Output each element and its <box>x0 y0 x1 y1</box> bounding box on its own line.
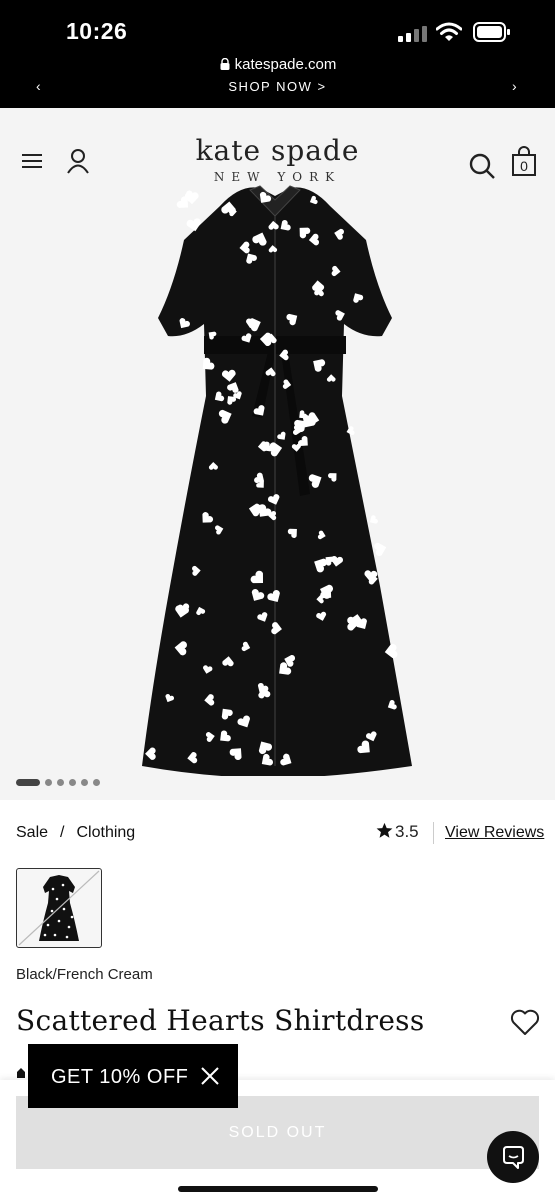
home-indicator <box>178 1186 378 1192</box>
shopping-bag[interactable]: 0 <box>510 146 538 176</box>
breadcrumb-clothing[interactable]: Clothing <box>76 824 135 841</box>
dress-heart-print <box>374 542 387 557</box>
rating-divider <box>433 822 434 844</box>
gallery-dot[interactable] <box>45 779 52 787</box>
chat-bubble-icon <box>503 1146 524 1169</box>
gallery-dot[interactable] <box>93 779 100 787</box>
wifi-icon <box>436 22 462 41</box>
partial-icon <box>17 1068 25 1078</box>
status-bar: 10:26 <box>0 0 555 56</box>
gallery-dot[interactable] <box>16 779 40 787</box>
wishlist-heart-icon[interactable] <box>510 1008 540 1036</box>
breadcrumb-sale[interactable]: Sale <box>16 824 48 841</box>
close-icon[interactable] <box>200 1066 220 1086</box>
selected-color-name: Black/French Cream <box>16 966 153 983</box>
promo-next-arrow[interactable]: › <box>512 78 517 94</box>
product-rating[interactable]: 3.5 <box>376 822 419 842</box>
cellular-signal-icon <box>398 26 427 42</box>
url-text: katespade.com <box>234 56 337 73</box>
swatch-dress-thumbnail <box>18 870 100 946</box>
status-time: 10:26 <box>66 18 128 44</box>
gallery-pagination[interactable] <box>16 774 105 787</box>
dress-heart-print <box>369 515 378 524</box>
offer-label[interactable]: GET 10% OFF <box>51 1066 188 1089</box>
gallery-dot[interactable] <box>69 779 76 787</box>
color-swatch-black-french-cream[interactable] <box>16 868 102 948</box>
browser-url-bar[interactable]: katespade.com ‹ SHOP NOW > › <box>0 56 555 108</box>
gallery-dot[interactable] <box>81 779 88 787</box>
view-reviews-link[interactable]: View Reviews <box>445 824 544 842</box>
discount-offer-popup[interactable]: GET 10% OFF <box>28 1044 238 1108</box>
rating-value: 3.5 <box>395 822 419 841</box>
product-title: Scattered Hearts Shirtdress <box>16 1004 425 1037</box>
product-image-gallery[interactable]: kate spade NEW YORK 0 <box>0 108 555 800</box>
breadcrumb: Sale / Clothing <box>16 824 135 842</box>
url-display[interactable]: katespade.com <box>0 56 555 73</box>
product-photo-dress <box>142 185 412 776</box>
battery-icon <box>473 22 510 42</box>
bag-count: 0 <box>520 158 528 174</box>
lock-icon <box>220 58 230 70</box>
breadcrumb-separator: / <box>60 824 65 841</box>
search-icon[interactable] <box>468 152 496 180</box>
promo-banner[interactable]: SHOP NOW > <box>0 79 555 93</box>
star-icon <box>376 822 393 838</box>
chat-button[interactable] <box>487 1131 539 1183</box>
gallery-dot[interactable] <box>57 779 64 787</box>
